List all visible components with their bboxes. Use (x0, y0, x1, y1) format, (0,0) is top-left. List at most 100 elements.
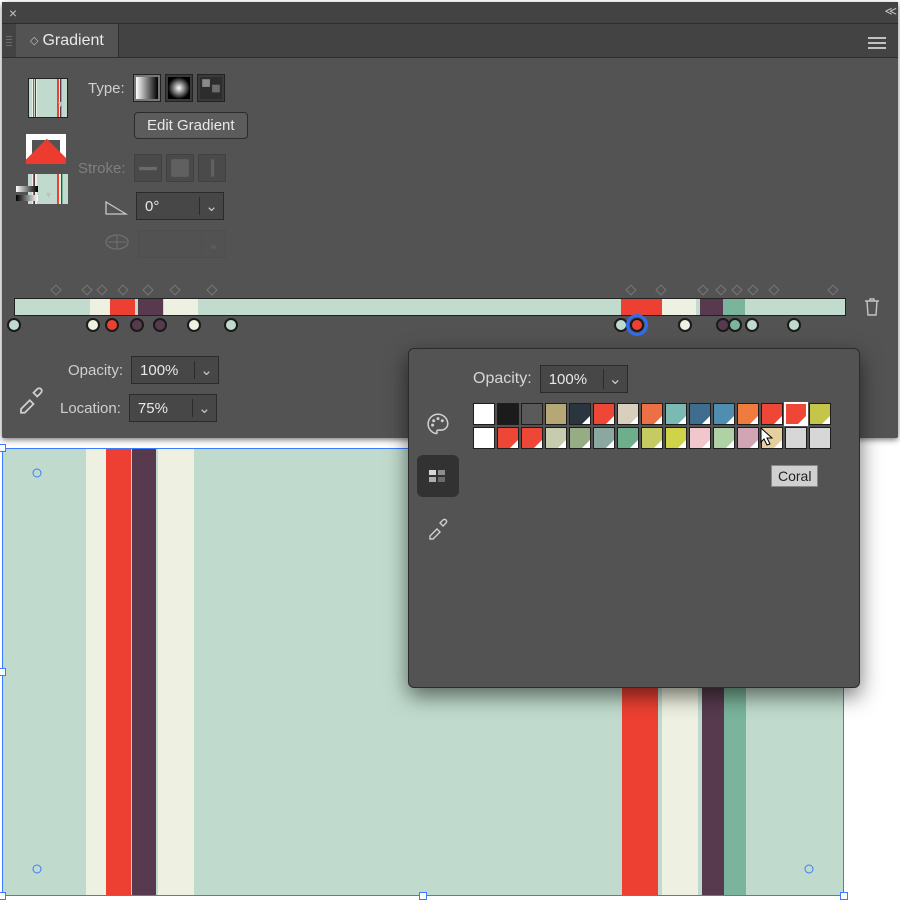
edit-gradient-button[interactable]: Edit Gradient (134, 112, 248, 139)
angle-select[interactable]: 0° ⌄ (136, 192, 224, 220)
chevron-down-icon[interactable]: ⌄ (603, 369, 627, 389)
swatch[interactable] (521, 403, 543, 425)
swatch[interactable] (497, 427, 519, 449)
gradient-ramp[interactable] (14, 298, 846, 316)
type-radial-button[interactable] (165, 74, 193, 102)
gradient-midpoint[interactable] (656, 284, 667, 295)
stop-location-select[interactable]: 75% ⌄ (129, 394, 217, 422)
swatch[interactable] (665, 403, 687, 425)
swatch[interactable] (617, 403, 639, 425)
swatch[interactable] (473, 427, 495, 449)
stroke-along-button (166, 154, 194, 182)
swatch[interactable] (641, 427, 663, 449)
gradient-midpoint[interactable] (117, 284, 128, 295)
swatch[interactable] (545, 403, 567, 425)
stop-opacity-value: 100% (132, 362, 194, 379)
gradient-stop[interactable] (105, 318, 119, 332)
gradient-stop[interactable] (728, 318, 742, 332)
stroke-swatch[interactable] (26, 134, 66, 164)
panel-tab-color-mixer[interactable] (417, 403, 459, 445)
type-freeform-button[interactable] (197, 74, 225, 102)
gradient-stop[interactable] (7, 318, 21, 332)
popup-opacity-select[interactable]: 100% ⌄ (540, 365, 628, 393)
gradient-midpoint[interactable] (716, 284, 727, 295)
collapse-icon[interactable]: ≪ (884, 4, 892, 18)
chevron-down-icon[interactable]: ⌄ (199, 197, 223, 215)
gradient-midpoint[interactable] (97, 284, 108, 295)
swatch[interactable] (665, 427, 687, 449)
gradient-stop[interactable] (187, 318, 201, 332)
gradient-midpoint[interactable] (747, 284, 758, 295)
gradient-stop[interactable] (86, 318, 100, 332)
eyedropper-icon[interactable] (16, 384, 46, 414)
swatch[interactable] (473, 403, 495, 425)
swatch[interactable] (689, 403, 711, 425)
gradient-stop[interactable] (630, 318, 644, 332)
swatch[interactable] (809, 427, 831, 449)
type-label: Type: (88, 80, 125, 97)
swatch[interactable] (713, 427, 735, 449)
type-linear-button[interactable] (133, 74, 161, 102)
chevron-down-icon[interactable]: ▾ (58, 99, 63, 110)
chevron-down-icon[interactable]: ▾ (46, 190, 51, 201)
swatch-grid (473, 403, 847, 449)
gradient-midpoint[interactable] (731, 284, 742, 295)
swatch[interactable] (737, 403, 759, 425)
swatch[interactable] (497, 403, 519, 425)
gradient-midpoint[interactable] (50, 284, 61, 295)
stop-opacity-select[interactable]: 100% ⌄ (131, 356, 219, 384)
gradient-stop[interactable] (614, 318, 628, 332)
gradient-midpoint[interactable] (625, 284, 636, 295)
delete-stop-icon[interactable] (862, 296, 882, 318)
angle-value: 0° (137, 198, 199, 215)
gradient-midpoint[interactable] (82, 284, 93, 295)
angle-icon (104, 200, 128, 216)
gradient-midpoint[interactable] (206, 284, 217, 295)
swatch-tooltip: Coral (771, 465, 818, 487)
panel-menu-icon[interactable] (868, 32, 890, 54)
swatch[interactable] (593, 403, 615, 425)
swatch[interactable] (785, 427, 807, 449)
panel-grip-icon[interactable] (2, 24, 16, 57)
swatch[interactable] (617, 427, 639, 449)
swatch[interactable] (593, 427, 615, 449)
swatch[interactable] (713, 403, 735, 425)
gradient-midpoint[interactable] (170, 284, 181, 295)
swatch[interactable] (785, 403, 807, 425)
gradient-stop[interactable] (153, 318, 167, 332)
gradient-stop[interactable] (678, 318, 692, 332)
stroke-within-button (134, 154, 162, 182)
opacity-label: Opacity: (68, 362, 123, 379)
aspect-select: ⌄ (138, 230, 226, 258)
swatch[interactable] (521, 427, 543, 449)
panel-tab-swatches[interactable] (417, 455, 459, 497)
stop-location-value: 75% (130, 400, 192, 417)
chevron-down-icon[interactable]: ⌄ (192, 399, 216, 417)
swatch[interactable] (737, 427, 759, 449)
gradient-thumbnail[interactable] (28, 78, 68, 118)
gradient-stop[interactable] (130, 318, 144, 332)
swatch[interactable] (689, 427, 711, 449)
swatch[interactable] (569, 427, 591, 449)
location-label: Location: (60, 400, 121, 417)
stroke-across-button (198, 154, 226, 182)
swatch[interactable] (545, 427, 567, 449)
swatch[interactable] (761, 403, 783, 425)
gradient-midpoint[interactable] (768, 284, 779, 295)
gradient-stop[interactable] (745, 318, 759, 332)
swatch[interactable] (641, 403, 663, 425)
tab-gradient[interactable]: ◇ Gradient (16, 24, 119, 57)
swatch[interactable] (809, 403, 831, 425)
close-icon[interactable]: × (2, 5, 24, 21)
gradient-stop[interactable] (787, 318, 801, 332)
popup-opacity-value: 100% (541, 371, 603, 388)
gradient-midpoint[interactable] (697, 284, 708, 295)
panel-tab-eyedropper[interactable] (417, 507, 459, 549)
reverse-gradient-icon[interactable] (16, 186, 46, 206)
swatch[interactable] (569, 403, 591, 425)
chevron-down-icon[interactable]: ⌄ (194, 361, 218, 379)
gradient-midpoint[interactable] (142, 284, 153, 295)
gradient-stop[interactable] (224, 318, 238, 332)
swatch[interactable] (761, 427, 783, 449)
gradient-midpoint[interactable] (827, 284, 838, 295)
